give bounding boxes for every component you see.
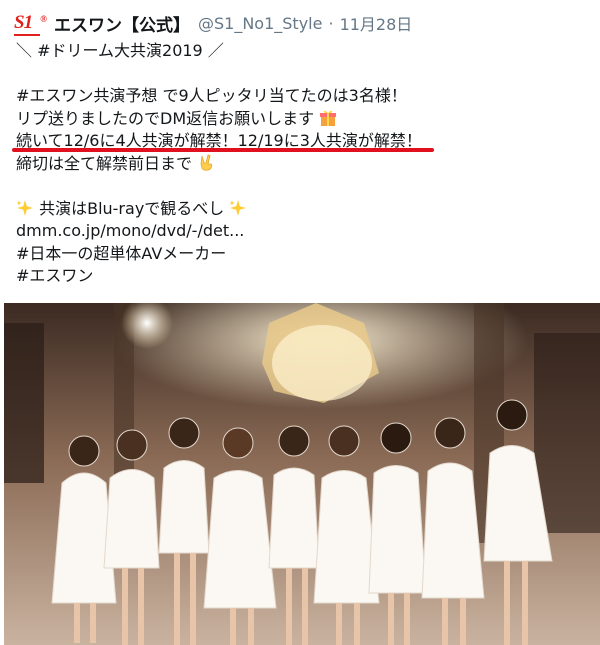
logo-registered-mark: ® [40,14,47,24]
tweet-link[interactable]: dmm.co.jp/mono/dvd/-/det... [16,220,591,243]
tweet-line-4: リプ送りましたのでDM返信お願いします [16,108,591,131]
tweet-line-6: 締切は全て解禁前日まで [16,153,591,176]
sparkles-emoji-icon [16,199,33,216]
gift-emoji-icon [320,110,337,126]
header-separator: · [328,13,334,33]
account-name[interactable]: エスワン【公式】 [54,11,190,36]
tweet-blank-2 [16,175,591,198]
tweet-blank-1 [16,63,591,86]
tweet-line-8-text: 共演はBlu-rayで観るべし [39,198,225,218]
tweet-body: ＼ #ドリーム大共演2019 ／ #エスワン共演予想 で9人ピッタリ当てたのは3… [16,40,591,288]
account-logo-icon[interactable]: S1 ® [14,11,47,36]
tweet-card: S1 ® エスワン【公式】 @S1_No1_Style · 11月28日 ＼ #… [0,0,600,645]
tweet-photo[interactable] [4,303,600,645]
tweet-hashtag-1[interactable]: #日本一の超単体AVメーカー [16,243,591,266]
tweet-line-8: 共演はBlu-rayで観るべし [16,198,591,221]
logo-underline [14,34,40,36]
group-photo-image [4,303,600,645]
tweet-line-6-text: 締切は全て解禁前日まで [16,153,193,173]
tweet-header: S1 ® エスワン【公式】 @S1_No1_Style · 11月28日 [14,8,412,38]
logo-text: S1 [14,12,33,33]
tweet-date[interactable]: 11月28日 [340,11,413,35]
victory-hand-emoji-icon [200,154,213,171]
tweet-line-1: ＼ #ドリーム大共演2019 ／ [16,41,224,60]
red-highlight-underline [12,148,434,152]
sparkles-emoji-icon-2 [229,199,247,216]
tweet-line-3: #エスワン共演予想 で9人ピッタリ当てたのは3名様！ [16,86,407,105]
account-handle[interactable]: @S1_No1_Style [198,14,322,33]
tweet-hashtag-2[interactable]: #エスワン [16,265,591,288]
tweet-line-4-text: リプ送りましたのでDM返信お願いします [16,108,315,128]
